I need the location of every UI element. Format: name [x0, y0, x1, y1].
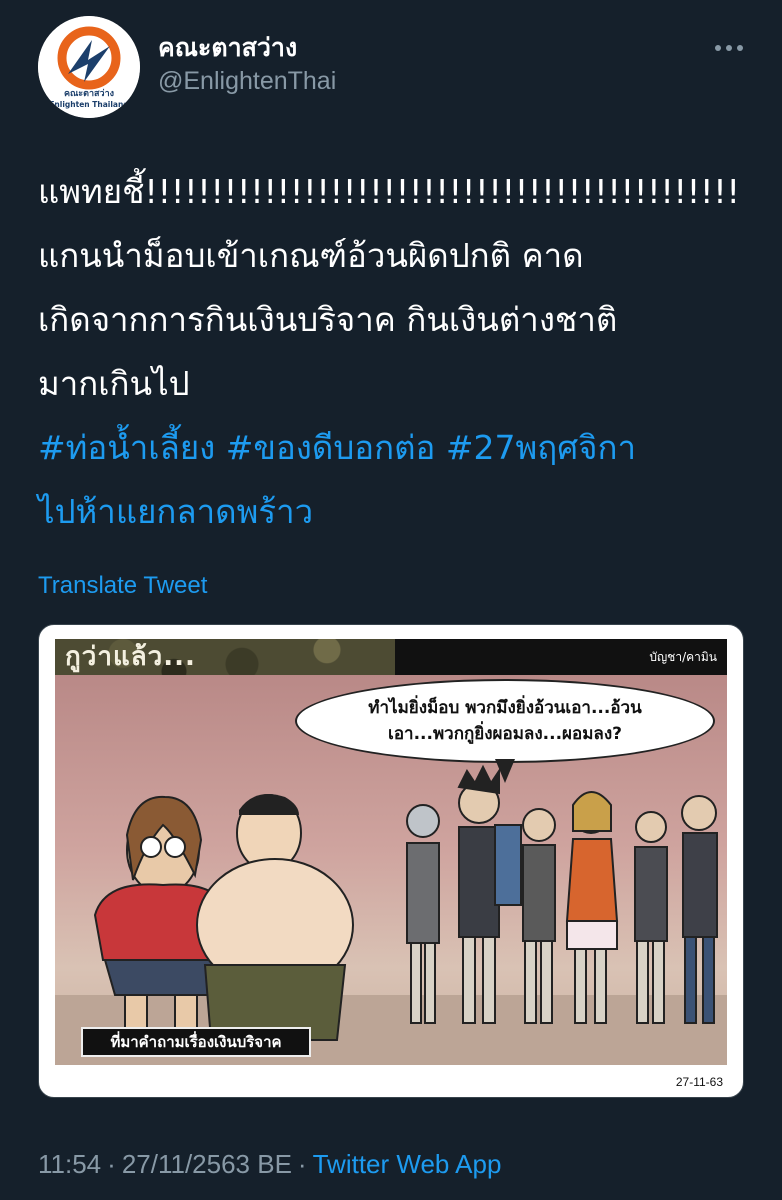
speech-bubble: ทำไมยิ่งม็อบ พวกมึงยิ่งอ้วนเอา...อ้วน เอ… [295, 679, 715, 763]
speech-bubble-tail [495, 759, 515, 783]
tweet-date[interactable]: 27/11/2563 BE [122, 1149, 292, 1179]
avatar-text-th: คณะตาสว่าง [64, 88, 114, 99]
hashtag-link[interactable]: #ท่อน้ำเลี้ยง [38, 428, 215, 467]
fat-man-figure [196, 793, 354, 1041]
tweet-media-image[interactable]: กูว่าแล้ว... บัญชา/คามิน ทำไมยิ่งม็อบ พว… [38, 624, 744, 1098]
hashtag-link[interactable]: #27พฤศจิกา [446, 428, 636, 467]
tweet-line-1: แพทยชี้!!!!!!!!!!!!!!!!!!!!!!!!!!!!!!!!!… [38, 172, 744, 211]
hashtag-line: #ท่อน้ำเลี้ยง #ของดีบอกต่อ #27พฤศจิกา ไป… [38, 416, 744, 544]
author-block[interactable]: คณะตาสว่าง @EnlightenThai [158, 32, 336, 98]
meta-separator: · [107, 1149, 116, 1179]
tweet-meta: 11:54 · 27/11/2563 BE · Twitter Web App [38, 1146, 501, 1182]
meta-separator: · [297, 1149, 307, 1179]
more-options-icon[interactable] [714, 42, 744, 54]
hashtag-link[interactable]: ไปห้าแยกลาดพร้าว [38, 492, 313, 531]
translate-tweet-link[interactable]: Translate Tweet [38, 570, 207, 602]
comic-caption-box: ที่มาคำถามเรื่องเงินบริจาค [81, 1027, 311, 1057]
handle[interactable]: @EnlightenThai [158, 64, 336, 98]
tweet-text: แพทยชี้!!!!!!!!!!!!!!!!!!!!!!!!!!!!!!!!!… [38, 160, 744, 544]
tweet-time[interactable]: 11:54 [38, 1149, 101, 1179]
tweet-header: คณะตาสว่าง Enlighten Thailand คณะตาสว่าง… [38, 16, 744, 118]
speech-line-1: ทำไมยิ่งม็อบ พวกมึงยิ่งอ้วนเอา...อ้วน [368, 698, 642, 718]
tweet-line-3: เกิดจากการกินเงินบริจาค กินเงินต่างชาติ [38, 300, 618, 339]
tweet-line-4: มากเกินไป [38, 364, 190, 403]
speech-line-2: เอา...พวกกูยิ่งผอมลง...ผอมลง? [388, 724, 622, 744]
comic-caption: ที่มาคำถามเรื่องเงินบริจาค [110, 1033, 282, 1051]
avatar[interactable]: คณะตาสว่าง Enlighten Thailand [38, 16, 140, 118]
comic-date: 27-11-63 [675, 1075, 723, 1089]
enlighten-logo-icon: คณะตาสว่าง Enlighten Thailand [38, 16, 140, 118]
hashtag-link[interactable]: #ของดีบอกต่อ [226, 428, 436, 467]
comic-author: บัญชา/คามิน [649, 650, 717, 664]
comic-title: กูว่าแล้ว... [65, 642, 196, 672]
thin-figures-group [406, 764, 718, 1024]
tweet-line-2: แกนนำม็อบเข้าเกณฑ์อ้วนผิดปกติ คาด [38, 236, 584, 275]
comic-scene: ทำไมยิ่งม็อบ พวกมึงยิ่งอ้วนเอา...อ้วน เอ… [55, 675, 727, 1065]
avatar-text-en: Enlighten Thailand [49, 100, 128, 109]
source-app-link[interactable]: Twitter Web App [313, 1149, 502, 1179]
comic-title-bar: กูว่าแล้ว... บัญชา/คามิน [55, 639, 727, 675]
display-name[interactable]: คณะตาสว่าง [158, 32, 336, 64]
